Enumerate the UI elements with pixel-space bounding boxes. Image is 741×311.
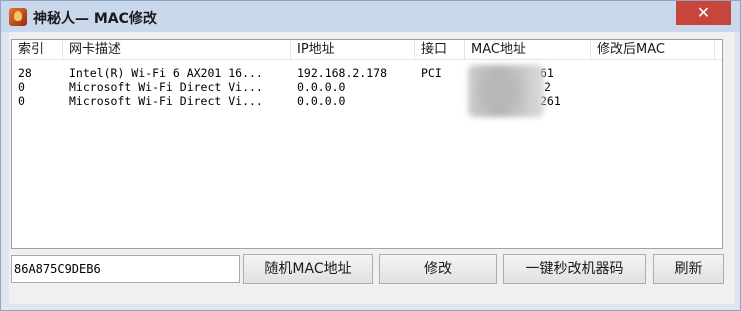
cell-description: Microsoft Wi-Fi Direct Vi... xyxy=(69,94,263,108)
random-mac-button[interactable]: 随机MAC地址 xyxy=(243,254,373,284)
column-header-mac[interactable]: MAC地址 xyxy=(465,40,591,59)
app-window: 神秘人— MAC修改 ✕ 索引 网卡描述 IP地址 接口 MAC地址 修改后MA… xyxy=(0,0,741,311)
client-area: 索引 网卡描述 IP地址 接口 MAC地址 修改后MAC 28 Intel(R)… xyxy=(9,32,734,304)
cell-index: 0 xyxy=(18,80,25,94)
list-header: 索引 网卡描述 IP地址 接口 MAC地址 修改后MAC xyxy=(12,40,722,60)
cell-ip: 0.0.0.0 xyxy=(297,80,346,94)
table-row[interactable]: 28 Intel(R) Wi-Fi 6 AX201 16... 192.168.… xyxy=(12,66,722,80)
column-header-interface[interactable]: 接口 xyxy=(415,40,465,59)
cell-index: 0 xyxy=(18,94,25,108)
adapter-list[interactable]: 索引 网卡描述 IP地址 接口 MAC地址 修改后MAC 28 Intel(R)… xyxy=(11,39,723,249)
app-icon xyxy=(9,8,27,26)
mac-redaction-blur xyxy=(468,65,544,117)
table-row[interactable]: 0 Microsoft Wi-Fi Direct Vi... 0.0.0.0 2 xyxy=(12,80,722,94)
mac-input[interactable] xyxy=(11,255,240,283)
cell-ip: 192.168.2.178 xyxy=(297,66,388,80)
table-row[interactable]: 0 Microsoft Wi-Fi Direct Vi... 0.0.0.0 2… xyxy=(12,94,722,108)
cell-interface: PCI xyxy=(421,66,442,80)
cell-ip: 0.0.0.0 xyxy=(297,94,346,108)
column-header-index[interactable]: 索引 xyxy=(12,40,63,59)
cell-mac: 2 xyxy=(544,80,551,94)
column-header-new-mac[interactable]: 修改后MAC xyxy=(591,40,715,59)
close-button[interactable]: ✕ xyxy=(676,1,731,25)
cell-description: Microsoft Wi-Fi Direct Vi... xyxy=(69,80,263,94)
cell-index: 28 xyxy=(18,66,32,80)
column-header-ip[interactable]: IP地址 xyxy=(291,40,415,59)
cell-description: Intel(R) Wi-Fi 6 AX201 16... xyxy=(69,66,263,80)
window-title: 神秘人— MAC修改 xyxy=(33,11,157,27)
one-click-machine-code-button[interactable]: 一键秒改机器码 xyxy=(503,254,646,284)
title-bar[interactable]: 神秘人— MAC修改 ✕ xyxy=(1,1,740,32)
modify-button[interactable]: 修改 xyxy=(379,254,497,284)
refresh-button[interactable]: 刷新 xyxy=(653,254,724,284)
column-header-description[interactable]: 网卡描述 xyxy=(63,40,291,59)
